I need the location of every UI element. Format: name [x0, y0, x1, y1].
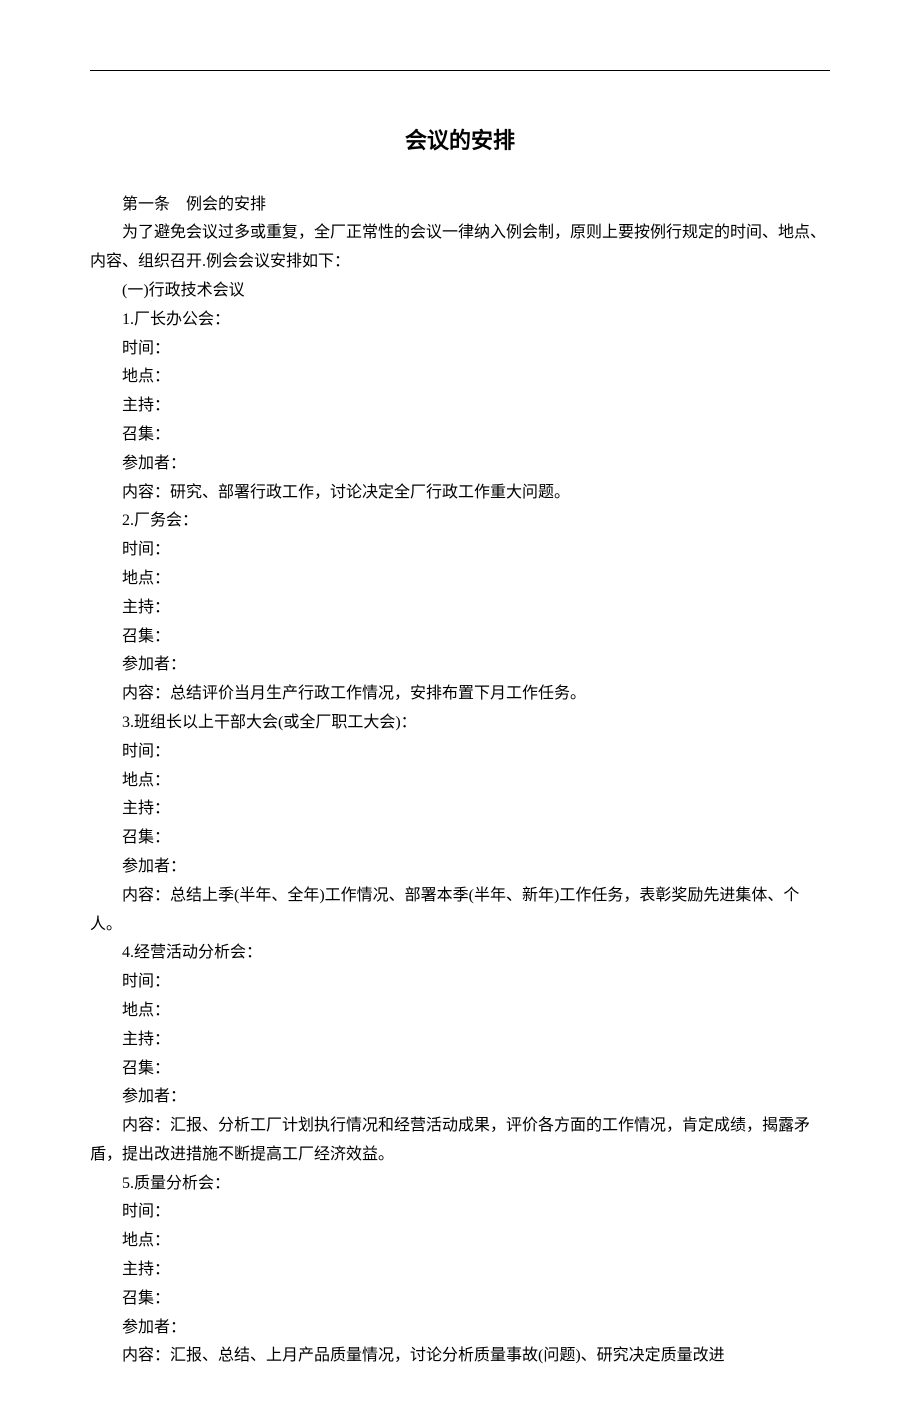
meeting-4-attendees: 参加者：: [90, 1083, 830, 1112]
meeting-1-time: 时间：: [90, 335, 830, 364]
header-divider: [90, 70, 830, 71]
meeting-3-content: 内容：总结上季(半年、全年)工作情况、部署本季(半年、新年)工作任务，表彰奖励先…: [90, 882, 830, 940]
meeting-4-place: 地点：: [90, 997, 830, 1026]
meeting-5-content: 内容：汇报、总结、上月产品质量情况，讨论分析质量事故(问题)、研究决定质量改进: [90, 1342, 830, 1371]
meeting-5-time: 时间：: [90, 1198, 830, 1227]
meeting-5-attendees: 参加者：: [90, 1314, 830, 1343]
meeting-4-content: 内容：汇报、分析工厂计划执行情况和经营活动成果，评价各方面的工作情况，肯定成绩，…: [90, 1112, 830, 1170]
meeting-3-convene: 召集：: [90, 824, 830, 853]
meeting-5-host: 主持：: [90, 1256, 830, 1285]
meeting-5-place: 地点：: [90, 1227, 830, 1256]
meeting-2-num: 2.厂务会：: [90, 507, 830, 536]
meeting-2-place: 地点：: [90, 565, 830, 594]
meeting-1-attendees: 参加者：: [90, 450, 830, 479]
meeting-2-convene: 召集：: [90, 623, 830, 652]
section-heading: (一)行政技术会议: [90, 277, 830, 306]
meeting-2-time: 时间：: [90, 536, 830, 565]
meeting-1-convene: 召集：: [90, 421, 830, 450]
meeting-1-num: 1.厂长办公会：: [90, 306, 830, 335]
meeting-1-place: 地点：: [90, 363, 830, 392]
article-1-heading: 第一条 例会的安排: [90, 191, 830, 220]
document-title: 会议的安排: [90, 121, 830, 161]
meeting-3-place: 地点：: [90, 767, 830, 796]
meeting-4-convene: 召集：: [90, 1055, 830, 1084]
meeting-3-host: 主持：: [90, 795, 830, 824]
meeting-2-host: 主持：: [90, 594, 830, 623]
meeting-4-num: 4.经营活动分析会：: [90, 939, 830, 968]
meeting-5-num: 5.质量分析会：: [90, 1170, 830, 1199]
meeting-1-content: 内容：研究、部署行政工作，讨论决定全厂行政工作重大问题。: [90, 479, 830, 508]
meeting-3-attendees: 参加者：: [90, 853, 830, 882]
meeting-4-time: 时间：: [90, 968, 830, 997]
meeting-3-num: 3.班组长以上干部大会(或全厂职工大会)：: [90, 709, 830, 738]
meeting-4-host: 主持：: [90, 1026, 830, 1055]
meeting-3-time: 时间：: [90, 738, 830, 767]
meeting-2-attendees: 参加者：: [90, 651, 830, 680]
article-1-intro: 为了避免会议过多或重复，全厂正常性的会议一律纳入例会制，原则上要按例行规定的时间…: [90, 219, 830, 277]
meeting-2-content: 内容：总结评价当月生产行政工作情况，安排布置下月工作任务。: [90, 680, 830, 709]
meeting-5-convene: 召集：: [90, 1285, 830, 1314]
meeting-1-host: 主持：: [90, 392, 830, 421]
